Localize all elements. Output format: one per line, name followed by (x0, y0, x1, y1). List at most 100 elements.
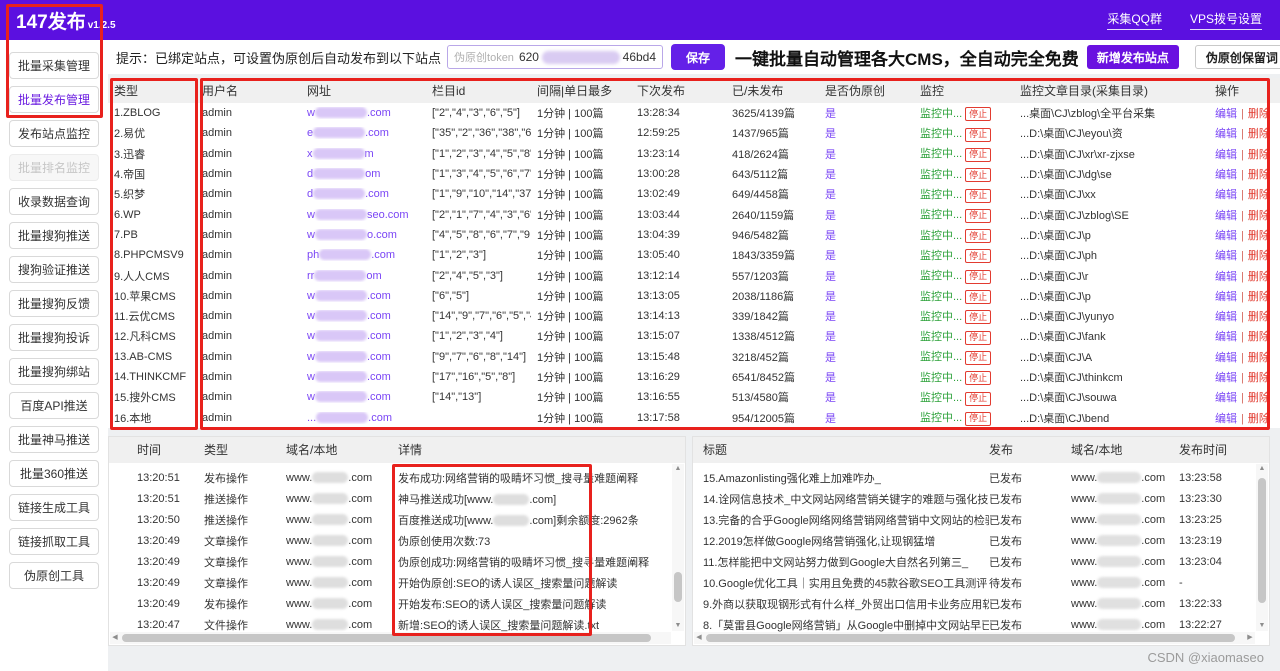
site-url-link[interactable]: ph.com (301, 249, 426, 261)
stop-button[interactable]: 停止 (965, 107, 991, 121)
delete-link[interactable]: 删除 (1248, 189, 1270, 201)
scrollbar-thumb[interactable] (706, 634, 1235, 642)
vps-dial-settings-link[interactable]: VPS拨号设置 (1190, 10, 1262, 30)
scrollbar-thumb[interactable] (122, 634, 651, 642)
stop-button[interactable]: 停止 (965, 392, 991, 406)
scroll-down-icon[interactable]: ▼ (672, 621, 684, 631)
edit-link[interactable]: 编辑 (1215, 352, 1237, 364)
site-url-link[interactable]: e.com (301, 127, 426, 139)
site-url-link[interactable]: w.com (301, 391, 426, 403)
log-horizontal-scrollbar[interactable]: ◀ (110, 632, 671, 644)
delete-link[interactable]: 删除 (1248, 210, 1270, 222)
stop-button[interactable]: 停止 (965, 412, 991, 426)
stop-button[interactable]: 停止 (965, 168, 991, 182)
edit-link[interactable]: 编辑 (1215, 230, 1237, 242)
sidebar-item[interactable]: 百度API推送 (9, 392, 99, 419)
stop-button[interactable]: 停止 (965, 371, 991, 385)
delete-link[interactable]: 删除 (1248, 372, 1270, 384)
delete-link[interactable]: 删除 (1248, 413, 1270, 425)
stop-button[interactable]: 停止 (965, 310, 991, 324)
scrollbar-thumb[interactable] (1258, 478, 1266, 603)
stop-button[interactable]: 停止 (965, 290, 991, 304)
site-url-link[interactable]: dom (301, 168, 426, 180)
stop-button[interactable]: 停止 (965, 229, 991, 243)
site-url-link[interactable]: xm (301, 148, 426, 160)
sidebar-item[interactable]: 批量发布管理 (9, 86, 99, 113)
sidebar-item[interactable]: 批量搜狗推送 (9, 222, 99, 249)
scroll-left-icon[interactable]: ◀ (694, 632, 704, 644)
scroll-up-icon[interactable]: ▲ (1256, 464, 1268, 474)
site-url-link[interactable]: rrom (301, 270, 426, 282)
sidebar-item[interactable]: 伪原创工具 (9, 562, 99, 589)
delete-link[interactable]: 删除 (1248, 271, 1270, 283)
sidebar-item[interactable]: 链接生成工具 (9, 494, 99, 521)
stop-button[interactable]: 停止 (965, 249, 991, 263)
token-input[interactable]: 伪原创token 620 46bd4 (447, 45, 663, 69)
sidebar-item[interactable]: 批量搜狗绑站 (9, 358, 99, 385)
edit-link[interactable]: 编辑 (1215, 128, 1237, 140)
site-url-link[interactable]: w.com (301, 290, 426, 302)
delete-link[interactable]: 删除 (1248, 352, 1270, 364)
sidebar-item[interactable]: 批量搜狗投诉 (9, 324, 99, 351)
edit-link[interactable]: 编辑 (1215, 413, 1237, 425)
add-publish-site-button[interactable]: 新增发布站点 (1087, 45, 1179, 69)
edit-link[interactable]: 编辑 (1215, 108, 1237, 120)
edit-link[interactable]: 编辑 (1215, 311, 1237, 323)
scroll-left-icon[interactable]: ◀ (110, 632, 120, 644)
site-url-link[interactable]: d.com (301, 188, 426, 200)
sidebar-item[interactable]: 批量360推送 (9, 460, 99, 487)
scroll-up-icon[interactable]: ▲ (672, 464, 684, 474)
sidebar-item[interactable]: 批量采集管理 (9, 52, 99, 79)
edit-link[interactable]: 编辑 (1215, 372, 1237, 384)
article-vertical-scrollbar[interactable]: ▲ ▼ (1256, 464, 1268, 631)
pseudo-keep-words-button[interactable]: 伪原创保留词 (1195, 45, 1280, 69)
stop-button[interactable]: 停止 (965, 270, 991, 284)
edit-link[interactable]: 编辑 (1215, 149, 1237, 161)
edit-link[interactable]: 编辑 (1215, 291, 1237, 303)
edit-link[interactable]: 编辑 (1215, 250, 1237, 262)
sidebar-item[interactable]: 批量搜狗反馈 (9, 290, 99, 317)
delete-link[interactable]: 删除 (1248, 128, 1270, 140)
delete-link[interactable]: 删除 (1248, 331, 1270, 343)
site-url-link[interactable]: w.com (301, 330, 426, 342)
site-url-link[interactable]: w.com (301, 351, 426, 363)
log-vertical-scrollbar[interactable]: ▲ ▼ (672, 464, 684, 631)
article-horizontal-scrollbar[interactable]: ◀ ▶ (694, 632, 1255, 644)
edit-link[interactable]: 编辑 (1215, 331, 1237, 343)
save-button[interactable]: 保存 (671, 44, 725, 70)
stop-button[interactable]: 停止 (965, 128, 991, 142)
delete-link[interactable]: 删除 (1248, 392, 1270, 404)
site-url-link[interactable]: ....com (301, 412, 426, 424)
sidebar-item[interactable]: 链接抓取工具 (9, 528, 99, 555)
site-url-link[interactable]: w.com (301, 107, 426, 119)
site-url-link[interactable]: wo.com (301, 229, 426, 241)
delete-link[interactable]: 删除 (1248, 108, 1270, 120)
delete-link[interactable]: 删除 (1248, 311, 1270, 323)
edit-link[interactable]: 编辑 (1215, 271, 1237, 283)
site-url-link[interactable]: w.com (301, 371, 426, 383)
scroll-right-icon[interactable]: ▶ (1245, 632, 1255, 644)
sidebar-item[interactable]: 批量排名监控 (9, 154, 99, 181)
scrollbar-thumb[interactable] (674, 572, 682, 602)
stop-button[interactable]: 停止 (965, 351, 991, 365)
sidebar-item[interactable]: 发布站点监控 (9, 120, 99, 147)
site-url-link[interactable]: wseo.com (301, 209, 426, 221)
edit-link[interactable]: 编辑 (1215, 392, 1237, 404)
qq-group-link[interactable]: 采集QQ群 (1107, 10, 1162, 30)
stop-button[interactable]: 停止 (965, 331, 991, 345)
sidebar-item[interactable]: 收录数据查询 (9, 188, 99, 215)
delete-link[interactable]: 删除 (1248, 149, 1270, 161)
edit-link[interactable]: 编辑 (1215, 169, 1237, 181)
stop-button[interactable]: 停止 (965, 209, 991, 223)
edit-link[interactable]: 编辑 (1215, 210, 1237, 222)
delete-link[interactable]: 删除 (1248, 291, 1270, 303)
edit-link[interactable]: 编辑 (1215, 189, 1237, 201)
sidebar-item[interactable]: 搜狗验证推送 (9, 256, 99, 283)
scroll-down-icon[interactable]: ▼ (1256, 621, 1268, 631)
stop-button[interactable]: 停止 (965, 148, 991, 162)
stop-button[interactable]: 停止 (965, 189, 991, 203)
delete-link[interactable]: 删除 (1248, 169, 1270, 181)
delete-link[interactable]: 删除 (1248, 250, 1270, 262)
site-url-link[interactable]: w.com (301, 310, 426, 322)
delete-link[interactable]: 删除 (1248, 230, 1270, 242)
